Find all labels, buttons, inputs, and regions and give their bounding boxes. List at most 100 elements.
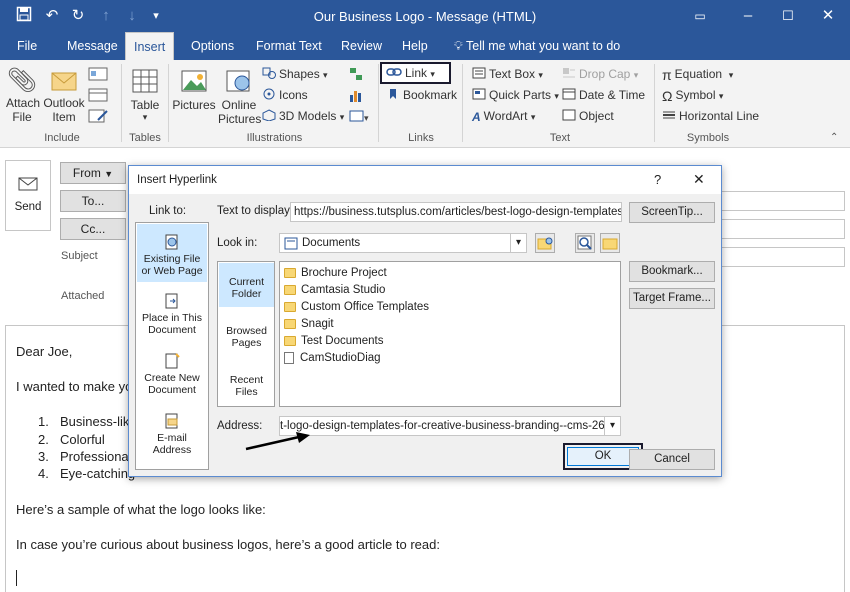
tab-current-folder[interactable]: Current Folder [219, 263, 274, 307]
minimize-icon[interactable]: – [738, 6, 758, 26]
tab-recent-files[interactable]: Recent Files [219, 361, 274, 405]
horizontal-line-button[interactable]: Horizontal Line [662, 109, 759, 124]
table-button[interactable]: Table ▾ [128, 66, 162, 123]
ribbon-display-icon[interactable]: ▭ [690, 6, 710, 26]
look-in-label: Look in: [217, 237, 258, 249]
sidebar-label: Existing File [143, 253, 201, 265]
collapse-ribbon-icon[interactable]: ⌃ [830, 132, 838, 143]
tab-help[interactable]: Help [394, 32, 436, 60]
address-input[interactable]: t-logo-design-templates-for-creative-bus… [279, 416, 621, 436]
group-symbols-label: Symbols [686, 132, 730, 144]
link-icon [386, 66, 402, 81]
text-to-display-input[interactable]: https://business.tutsplus.com/articles/b… [290, 202, 622, 222]
tab-format-text[interactable]: Format Text [248, 32, 330, 60]
ribbon-separator [378, 64, 379, 142]
tab-review[interactable]: Review [333, 32, 390, 60]
outlook-item-button[interactable]: Outlook Item [42, 66, 86, 124]
tell-me-box[interactable]: 💡︎ Tell me what you want to do [446, 32, 628, 60]
list-item[interactable]: Test Documents [284, 333, 383, 349]
cancel-button[interactable]: Cancel [629, 449, 715, 470]
link-to-label: Link to: [149, 205, 187, 217]
screentip-button[interactable]: ScreenTip... [629, 202, 715, 223]
drop-cap-button[interactable]: Drop Cap ▾ [562, 67, 638, 82]
symbol-button[interactable]: Ω Symbol ▾ [662, 88, 723, 104]
undo-icon[interactable]: ↶ [42, 6, 62, 26]
address-value: t-logo-design-templates-for-creative-bus… [280, 420, 621, 432]
business-card-icon[interactable] [88, 66, 114, 86]
list-number: 1. [38, 414, 49, 429]
signature-icon[interactable] [88, 108, 114, 128]
calendar-icon[interactable] [88, 87, 114, 107]
chevron-down-icon[interactable]: ▾ [604, 417, 620, 435]
icons-button[interactable]: Icons [262, 88, 308, 103]
tab-message[interactable]: Message [59, 32, 126, 60]
new-document-icon [137, 353, 207, 372]
sidebar-item-existing-file[interactable]: Existing File or Web Page [137, 224, 207, 282]
wordart-button[interactable]: A WordArt ▾ [472, 109, 535, 124]
symbol-label: Symbol [675, 88, 716, 103]
close-window-icon[interactable]: ✕ [818, 6, 838, 26]
help-icon[interactable]: ? [654, 172, 661, 187]
date-time-label: Date & Time [579, 88, 646, 102]
list-item[interactable]: Custom Office Templates [284, 299, 429, 315]
drop-cap-icon [562, 67, 576, 82]
to-button[interactable]: To... [60, 190, 126, 212]
screenshot-icon[interactable]: ▾ [348, 108, 372, 126]
attach-file-button[interactable]: 📎︎ Attach File [6, 66, 40, 124]
customize-qat-icon[interactable]: ▾ [146, 6, 166, 26]
save-icon[interactable] [14, 6, 34, 26]
3d-models-button[interactable]: 3D Models ▾ [262, 109, 344, 124]
quick-parts-button[interactable]: Quick Parts ▾ [472, 88, 559, 103]
globe-file-icon [137, 234, 207, 253]
tab-file[interactable]: File [9, 32, 45, 60]
bookmark-button[interactable]: Bookmark... [629, 261, 715, 282]
file-name: CamStudioDiag [300, 352, 381, 364]
down-arrow-icon[interactable]: ↓ [122, 6, 142, 26]
to-field[interactable] [720, 191, 845, 211]
list-item[interactable]: Camtasia Studio [284, 282, 385, 298]
sidebar-item-create-new-document[interactable]: Create New Document [137, 349, 207, 405]
list-item[interactable]: CamStudioDiag [284, 350, 381, 366]
list-item[interactable]: Brochure Project [284, 265, 387, 281]
redo-icon[interactable]: ↻ [68, 6, 88, 26]
list-item[interactable]: Snagit [284, 316, 334, 332]
date-time-button[interactable]: Date & Time [562, 88, 645, 103]
tab-browsed-pages[interactable]: Browsed Pages [219, 312, 274, 356]
equation-button[interactable]: π Equation ▾ [662, 67, 733, 83]
close-icon[interactable]: ✕ [693, 171, 705, 188]
sidebar-label: Create New [144, 372, 200, 384]
object-label: Object [579, 109, 614, 123]
file-icon [284, 351, 294, 364]
target-frame-button[interactable]: Target Frame... [629, 288, 715, 309]
sidebar-item-email-address[interactable]: E-mail Address [137, 409, 207, 465]
up-arrow-icon[interactable]: ↑ [96, 6, 116, 26]
browse-web-button[interactable] [535, 233, 555, 253]
file-name: Camtasia Studio [301, 284, 386, 296]
browse-file-button[interactable] [600, 233, 620, 253]
tab-insert[interactable]: Insert [125, 32, 175, 60]
online-pictures-button[interactable]: Online Pictures [218, 66, 261, 126]
shapes-button[interactable]: Shapes ▾ [262, 67, 328, 82]
maximize-icon[interactable]: ☐ [778, 6, 798, 26]
cc-button[interactable]: Cc... [60, 218, 126, 240]
bookmark-button[interactable]: Bookmark [386, 88, 457, 103]
sample-text: Here’s a sample of what the logo looks l… [16, 502, 266, 517]
subject-field[interactable] [720, 247, 845, 267]
pictures-button[interactable]: Pictures [172, 66, 216, 112]
equation-label: Equation [674, 67, 723, 82]
smartart-icon[interactable] [348, 66, 366, 84]
text-box-button[interactable]: Text Box ▾ [472, 67, 543, 82]
chart-icon[interactable] [348, 87, 366, 105]
sidebar-item-place-in-document[interactable]: Place in This Document [137, 289, 207, 345]
list-number: 4. [38, 466, 49, 481]
chevron-down-icon[interactable]: ▾ [510, 234, 526, 252]
look-in-select[interactable]: Documents ▾ [279, 233, 527, 253]
link-button[interactable]: Link ▾ [386, 66, 435, 81]
tab-options[interactable]: Options [183, 32, 242, 60]
send-button[interactable]: Send [5, 160, 51, 231]
cc-field[interactable] [720, 219, 845, 239]
link-label: Link [405, 66, 428, 80]
from-button[interactable]: From ▼ [60, 162, 126, 184]
search-web-button[interactable] [575, 233, 595, 253]
object-button[interactable]: Object [562, 109, 614, 124]
